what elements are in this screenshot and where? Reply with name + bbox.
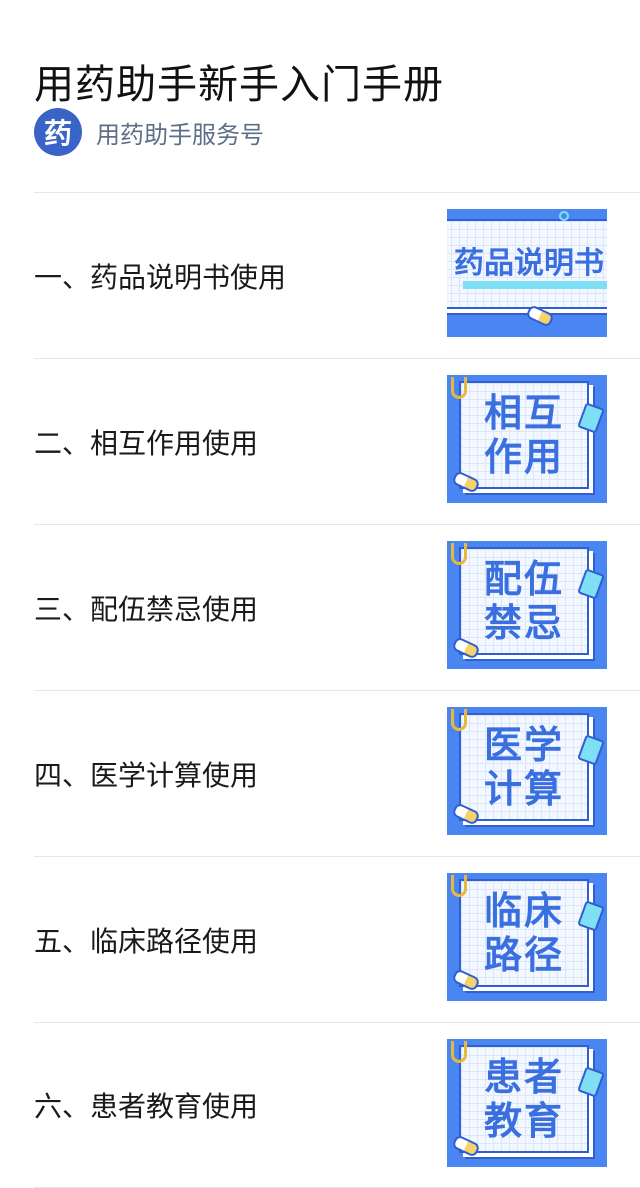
stethoscope-icon — [451, 1041, 467, 1063]
thumbnail-image: 患者 教育 — [447, 1039, 607, 1167]
thumbnail-card: 医学 计算 — [459, 713, 589, 821]
avatar-char: 药 — [43, 117, 72, 150]
list-item-interaction[interactable]: 二、相互作用使用 相互 作用 — [34, 358, 640, 524]
list-item-title: 五、临床路径使用 — [34, 924, 259, 958]
list-item-medical-calculation[interactable]: 四、医学计算使用 医学 计算 — [34, 690, 640, 856]
list-item-incompatibility[interactable]: 三、配伍禁忌使用 配伍 禁忌 — [34, 524, 640, 690]
list-item-title: 六、患者教育使用 — [34, 1090, 259, 1123]
thumbnail-line-1: 临床 — [483, 889, 564, 933]
stethoscope-icon — [451, 875, 467, 897]
thumbnail-line-2: 计算 — [483, 767, 564, 811]
thumbnail-text: 临床 路径 — [461, 889, 587, 977]
list-item-drug-insert[interactable]: 一、药品说明书使用 药品说明书 — [34, 192, 640, 358]
thumbnail-text: 患者 教育 — [461, 1055, 587, 1143]
thumbnail-card: 临床 路径 — [459, 879, 589, 987]
decor-dot — [559, 211, 569, 221]
stethoscope-icon — [451, 377, 467, 399]
account-link[interactable]: 药 用药助手服务号 — [34, 108, 264, 156]
page-title: 用药助手新手入门手册 — [34, 61, 444, 108]
list-item-title: 一、药品说明书使用 — [34, 260, 287, 294]
tutorial-list: 一、药品说明书使用 药品说明书 二、相互作用使用 相互 作用 三、配伍禁忌使用 — [34, 192, 640, 1188]
thumbnail-text: 配伍 禁忌 — [461, 557, 587, 645]
thumbnail-text: 医学 计算 — [461, 723, 587, 811]
thumbnail-line-2: 路径 — [483, 933, 564, 977]
thumbnail-text: 药品说明书 — [454, 246, 604, 281]
thumbnail-line-2: 教育 — [483, 1099, 564, 1143]
thumbnail-line-1: 患者 — [483, 1055, 564, 1099]
thumbnail-card: 配伍 禁忌 — [459, 547, 589, 655]
thumbnail-card: 患者 教育 — [459, 1045, 589, 1153]
thumbnail-line-1: 医学 — [483, 723, 564, 767]
thumbnail-line-1: 配伍 — [483, 557, 564, 601]
list-item-title: 二、相互作用使用 — [34, 426, 259, 460]
thumbnail-line-2: 禁忌 — [483, 601, 564, 645]
thumbnail-image: 配伍 禁忌 — [447, 541, 607, 669]
account-avatar: 药 — [34, 108, 82, 156]
thumbnail-line-1: 相互 — [483, 391, 564, 435]
thumbnail-image: 临床 路径 — [447, 873, 607, 1001]
stethoscope-icon — [451, 709, 467, 731]
list-item-title: 三、配伍禁忌使用 — [34, 592, 259, 626]
thumbnail-image: 医学 计算 — [447, 707, 607, 835]
thumbnail-line-2: 作用 — [483, 435, 564, 479]
thumbnail-image: 药品说明书 — [447, 209, 607, 337]
thumbnail-text: 相互 作用 — [461, 391, 587, 479]
thumbnail-card: 相互 作用 — [459, 381, 589, 489]
account-name: 用药助手服务号 — [96, 120, 264, 149]
stethoscope-icon — [451, 543, 467, 565]
thumbnail-image: 相互 作用 — [447, 375, 607, 503]
list-item-clinical-pathway[interactable]: 五、临床路径使用 临床 路径 — [34, 856, 640, 1022]
thumbnail-card: 药品说明书 — [447, 219, 607, 309]
list-item-patient-education[interactable]: 六、患者教育使用 患者 教育 — [34, 1022, 640, 1188]
list-item-title: 四、医学计算使用 — [34, 758, 259, 792]
